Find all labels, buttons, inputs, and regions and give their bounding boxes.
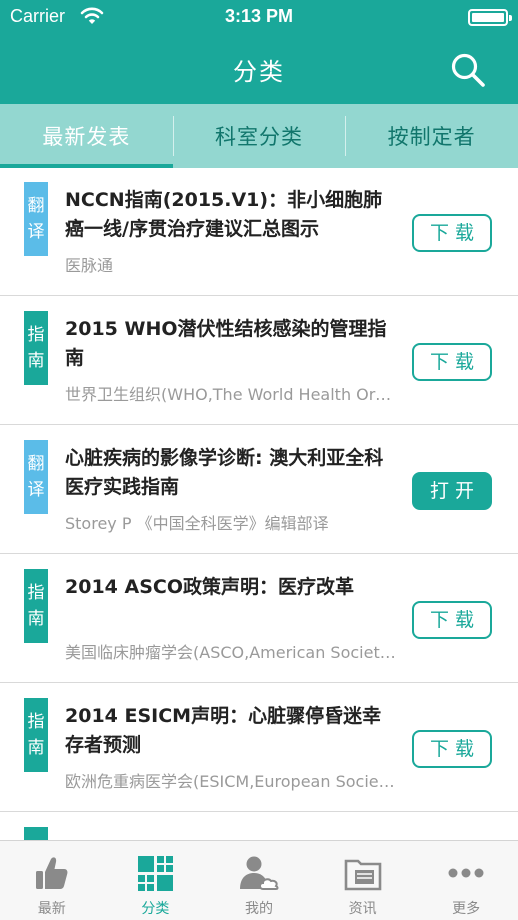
tabbar-label: 资讯 bbox=[348, 901, 377, 917]
item-source: 医脉通 bbox=[65, 256, 114, 275]
list-item[interactable]: 指南 2014 ASCO政策声明：医疗改革 美国临床肿瘤学会(ASCO,Amer… bbox=[0, 555, 518, 683]
item-title: 2014 ASCO政策声明：医疗改革 bbox=[65, 576, 354, 598]
search-icon[interactable] bbox=[450, 52, 486, 88]
guideline-list: 翻译 NCCN指南(2015.V1)：非小细胞肺癌一线/序贯治疗建议汇总图示 医… bbox=[0, 168, 518, 840]
list-item[interactable]: 翻译 心脏疾病的影像学诊断: 澳大利亚全科医疗实践指南 Storey P 《中国… bbox=[0, 426, 518, 554]
guideline-tag: 指南 bbox=[24, 827, 48, 840]
download-button[interactable]: 下载 bbox=[412, 601, 492, 639]
navigation-bar: Carrier 3:13 PM 分类 bbox=[0, 0, 518, 104]
tab-author-label: 按制定者 bbox=[387, 125, 476, 149]
item-title: 心脏疾病的影像学诊断: 澳大利亚全科医疗实践指南 bbox=[65, 447, 384, 498]
folder-news-icon bbox=[344, 859, 381, 891]
item-source: 欧洲危重病医学会(ESICM,European Society of Inten… bbox=[65, 772, 400, 791]
open-button[interactable]: 打开 bbox=[412, 472, 492, 510]
guideline-tag: 指南 bbox=[24, 698, 48, 772]
tab-department[interactable]: 科室分类 bbox=[172, 104, 346, 168]
tabbar-item-latest[interactable]: 最新 bbox=[0, 841, 104, 920]
item-source: 世界卫生组织(WHO,The World Health Organization… bbox=[65, 385, 400, 404]
grid-icon bbox=[138, 856, 174, 891]
tabbar-item-more[interactable]: 更多 bbox=[414, 841, 518, 920]
list-item[interactable]: 指南 2014 ESICM声明：心脏骤停昏迷幸存者预测 欧洲危重病医学会(ESI… bbox=[0, 684, 518, 812]
tabbar-item-news[interactable]: 资讯 bbox=[311, 841, 415, 920]
tab-department-label: 科室分类 bbox=[215, 125, 303, 149]
page-title: 分类 bbox=[233, 58, 285, 86]
tabbar-label: 分类 bbox=[141, 901, 170, 917]
tab-author[interactable]: 按制定者 bbox=[345, 104, 518, 168]
thumbs-up-icon bbox=[35, 857, 68, 889]
category-tabs: 最新发表 科室分类 按制定者 bbox=[0, 104, 518, 168]
translation-tag: 翻译 bbox=[24, 182, 48, 256]
item-source: Storey P 《中国全科医学》编辑部译 bbox=[65, 514, 329, 533]
bottom-tab-bar: 最新 分类 我的 资讯 更多 bbox=[0, 840, 518, 920]
tabbar-label: 最新 bbox=[37, 901, 66, 917]
list-item[interactable]: 指南 2015 WHO潜伏性结核感染的管理指南 世界卫生组织(WHO,The W… bbox=[0, 297, 518, 425]
tabbar-label: 更多 bbox=[452, 901, 481, 917]
tabbar-label: 我的 bbox=[244, 901, 273, 917]
more-dots-icon bbox=[448, 868, 484, 878]
list-item[interactable]: 翻译 NCCN指南(2015.V1)：非小细胞肺癌一线/序贯治疗建议汇总图示 医… bbox=[0, 168, 518, 296]
list-item[interactable]: 指南 bbox=[0, 813, 518, 840]
status-bar: Carrier 3:13 PM bbox=[0, 0, 518, 34]
translation-tag: 翻译 bbox=[24, 440, 48, 514]
guideline-tag: 指南 bbox=[24, 311, 48, 385]
download-button[interactable]: 下载 bbox=[412, 343, 492, 381]
battery-icon bbox=[468, 9, 512, 26]
user-cloud-icon bbox=[239, 856, 279, 890]
item-source: 美国临床肿瘤学会(ASCO,American Society of Clinic… bbox=[65, 643, 400, 662]
item-title: NCCN指南(2015.V1)：非小细胞肺癌一线/序贯治疗建议汇总图示 bbox=[65, 189, 383, 240]
tab-latest-label: 最新发表 bbox=[42, 125, 131, 149]
download-button[interactable]: 下载 bbox=[412, 214, 492, 252]
tabbar-item-category[interactable]: 分类 bbox=[104, 841, 208, 920]
download-button[interactable]: 下载 bbox=[412, 730, 492, 768]
tabbar-item-mine[interactable]: 我的 bbox=[207, 841, 311, 920]
item-title: 2014 ESICM声明：心脏骤停昏迷幸存者预测 bbox=[65, 705, 382, 756]
guideline-tag: 指南 bbox=[24, 569, 48, 643]
status-time: 3:13 PM bbox=[224, 6, 294, 26]
tab-latest[interactable]: 最新发表 bbox=[0, 104, 173, 168]
item-title: 2015 WHO潜伏性结核感染的管理指南 bbox=[65, 318, 387, 369]
